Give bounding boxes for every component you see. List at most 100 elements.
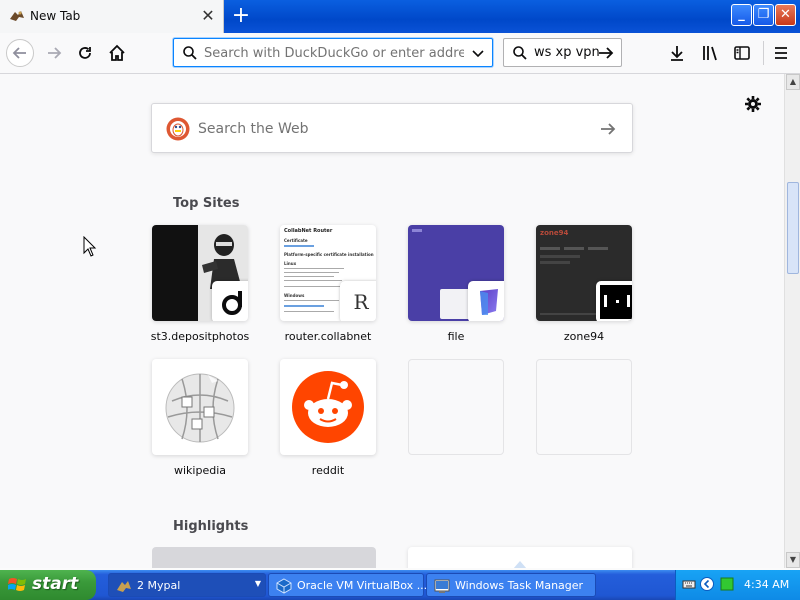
highlight-card[interactable]: [152, 547, 376, 568]
task-label: Oracle VM VirtualBox ...: [297, 579, 428, 592]
web-search-input[interactable]: [198, 119, 578, 139]
tab-title: New Tab: [30, 9, 81, 23]
empty-tile: [408, 359, 504, 455]
new-tab-page: Top Sites st3.depositphotos CollabNet Ro…: [0, 74, 784, 568]
tile-label: reddit: [311, 464, 345, 477]
router-letter: R: [353, 290, 369, 314]
ninja-image: [202, 234, 242, 289]
thumb-sub: Linux: [284, 261, 297, 266]
scroll-down-icon[interactable]: ▼: [786, 552, 800, 568]
restore-button[interactable]: ❐: [753, 4, 774, 26]
reload-button[interactable]: [71, 39, 99, 67]
home-button[interactable]: [103, 39, 131, 67]
site-thumbnail: CollabNet Router Certificate Platform-sp…: [280, 225, 376, 321]
reload-icon: [79, 47, 91, 59]
site-badge: [212, 281, 248, 321]
download-icon[interactable]: [668, 44, 686, 62]
task-label: Windows Task Manager: [455, 579, 584, 592]
file-app-icon: [480, 289, 498, 315]
task-virtualbox[interactable]: Oracle VM VirtualBox ...: [268, 573, 428, 597]
mouse-cursor-icon: [83, 236, 97, 257]
task-label: 2 Mypal: [137, 579, 181, 592]
tile-label: st3.depositphotos: [150, 330, 250, 343]
back-arrow-icon: [12, 47, 26, 59]
highlights-title: Highlights: [173, 519, 249, 534]
forward-button[interactable]: [40, 39, 68, 67]
top-site-tile[interactable]: wikipedia: [152, 359, 248, 477]
thumb-heading: zone94: [540, 229, 569, 237]
system-tray: 4:34 AM: [675, 570, 800, 600]
site-badge: R: [340, 281, 376, 321]
forward-arrow-icon: [48, 47, 62, 59]
top-site-tile[interactable]: reddit: [280, 359, 376, 477]
search-arrow-icon[interactable]: [598, 119, 618, 139]
duckduckgo-icon: [166, 117, 190, 141]
library-icon[interactable]: [701, 44, 719, 62]
virtualbox-icon: [276, 578, 292, 594]
task-task-manager[interactable]: Windows Task Manager: [426, 573, 596, 597]
site-thumbnail: [152, 359, 248, 455]
url-bar[interactable]: [173, 38, 493, 67]
taskbar: start 2 Mypal ▼ Oracle VM VirtualBox ...…: [0, 570, 800, 600]
clock: 4:34 AM: [744, 578, 790, 591]
toolbar-separator: [763, 41, 764, 65]
top-site-tile[interactable]: st3.depositphotos: [151, 225, 249, 343]
start-label: start: [32, 574, 79, 594]
network-status-icon[interactable]: [720, 577, 734, 591]
thumb-heading: CollabNet Router: [284, 228, 333, 234]
chevron-down-icon: ▼: [254, 579, 261, 588]
minimize-button[interactable]: _: [731, 4, 752, 26]
nav-toolbar: ws xp vpn: [0, 33, 800, 74]
zone94-icon: [600, 285, 632, 319]
menu-icon[interactable]: [772, 44, 790, 62]
scroll-thumb[interactable]: [787, 182, 799, 274]
site-badge: [596, 281, 632, 321]
search-value[interactable]: ws xp vpn: [534, 45, 600, 60]
site-thumbnail: [280, 359, 376, 455]
chevron-left-icon[interactable]: [700, 577, 714, 591]
mypal-icon: [117, 581, 131, 592]
top-site-tile[interactable]: zone94 zone94: [536, 225, 632, 343]
vertical-scrollbar[interactable]: ▲ ▼: [784, 74, 800, 568]
top-site-tile[interactable]: file: [408, 225, 504, 343]
back-button[interactable]: [6, 39, 34, 67]
thumb-sub: Platform-specific certificate installati…: [284, 252, 374, 257]
new-tab-button[interactable]: +: [230, 4, 252, 28]
tab-new-tab[interactable]: New Tab ✕: [0, 0, 224, 33]
wikipedia-icon: [165, 373, 235, 443]
sidebar-icon[interactable]: [733, 44, 751, 62]
windows-logo-icon: [8, 578, 26, 591]
site-thumbnail: [408, 225, 504, 321]
gear-icon[interactable]: [744, 95, 762, 113]
search-icon: [513, 46, 527, 60]
keyboard-icon[interactable]: [682, 577, 696, 591]
url-input[interactable]: [204, 44, 464, 62]
empty-slot: [408, 359, 504, 455]
top-sites-title: Top Sites: [173, 196, 240, 211]
title-bar: New Tab ✕ + _ ❐ ✕: [0, 0, 800, 33]
search-bar[interactable]: ws xp vpn: [503, 38, 622, 67]
task-manager-icon: [434, 579, 450, 593]
tile-label: zone94: [563, 330, 605, 343]
task-mypal[interactable]: 2 Mypal ▼: [108, 573, 266, 597]
web-search-box[interactable]: [151, 103, 633, 153]
tile-label: router.collabnet: [284, 330, 372, 343]
highlight-card[interactable]: [408, 547, 632, 568]
go-arrow-icon[interactable]: [597, 44, 615, 62]
close-tab-icon[interactable]: ✕: [200, 7, 216, 25]
top-site-tile[interactable]: CollabNet Router Certificate Platform-sp…: [280, 225, 376, 343]
thumb-link: [284, 245, 314, 247]
close-window-button[interactable]: ✕: [775, 4, 796, 26]
scroll-up-icon[interactable]: ▲: [786, 74, 800, 90]
start-button[interactable]: start: [0, 570, 96, 600]
thumb-sub: Certificate: [284, 238, 308, 243]
site-thumbnail: [152, 225, 248, 321]
home-icon: [109, 44, 125, 61]
empty-tile: [536, 359, 632, 455]
tile-label: wikipedia: [173, 464, 226, 477]
thumb-sub: Windows: [284, 293, 305, 298]
chevron-down-icon[interactable]: [470, 45, 486, 61]
site-thumbnail: zone94: [536, 225, 632, 321]
mypal-icon: [10, 11, 24, 21]
highlight-image: [513, 561, 527, 568]
